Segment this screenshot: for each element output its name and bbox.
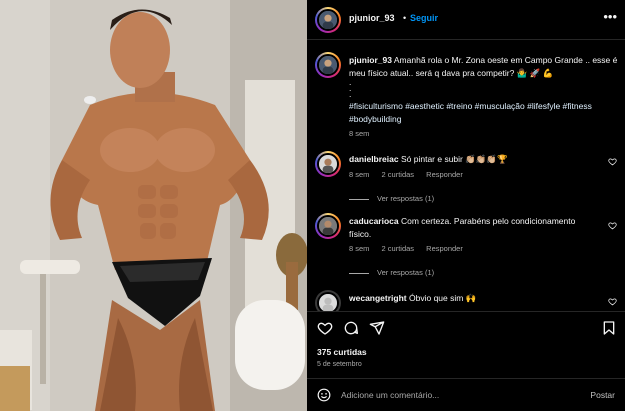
comment-text: danielbreiac Só pintar e subir 👏🏼👏🏼👏🏼🏆 (349, 153, 599, 166)
comment-time: 8 sem (349, 170, 370, 179)
post-panel: pjunior_93 • Seguir ••• pjunior_93 Amanh… (307, 0, 625, 411)
caption-avatar-image (319, 56, 337, 74)
emoji-icon[interactable] (317, 388, 331, 402)
caption-time: 8 sem (349, 129, 370, 138)
likes-count[interactable]: 375 curtidas (317, 347, 367, 357)
post-comment-button[interactable]: Postar (590, 390, 615, 400)
bookmark-icon[interactable] (601, 320, 617, 336)
comment-meta: 8 sem 2 curtidas Responder (349, 170, 473, 179)
comment-body: Óbvio que sim 🙌 (409, 293, 477, 303)
comment-username[interactable]: danielbreiac (349, 154, 399, 164)
add-comment-input[interactable] (341, 387, 571, 403)
commenter-avatar[interactable] (315, 213, 341, 239)
follow-button[interactable]: Seguir (410, 13, 438, 23)
reply-button[interactable]: Responder (426, 244, 463, 253)
post-photo[interactable] (0, 0, 307, 411)
comment-text: caducarioca Com certeza. Parabéns pelo c… (349, 215, 599, 240)
author-avatar-image (319, 11, 337, 29)
share-icon[interactable] (369, 320, 385, 336)
commenter-avatar[interactable] (315, 290, 341, 311)
view-replies-button[interactable]: Ver respostas (1) (349, 268, 434, 277)
caption-hashtags[interactable]: #fisiculturismo #aesthetic #treino #musc… (349, 100, 619, 125)
view-replies-label: Ver respostas (1) (377, 268, 435, 277)
comment-username[interactable]: wecangetright (349, 293, 407, 303)
caption-dots: . . . (349, 77, 352, 99)
caption-avatar[interactable] (315, 52, 341, 78)
comments-scroll-area[interactable]: pjunior_93 Amanhã rola o Mr. Zona oeste … (307, 41, 625, 311)
more-options-icon[interactable]: ••• (603, 9, 617, 24)
comment-likes[interactable]: 2 curtidas (382, 244, 415, 253)
comment-heart-icon[interactable] (608, 221, 617, 230)
replies-line (349, 272, 369, 274)
comment-icon[interactable] (343, 320, 359, 336)
comment-heart-icon[interactable] (608, 297, 617, 306)
commenter-avatar-image (319, 155, 337, 173)
comment-body: Só pintar e subir 👏🏼👏🏼👏🏼🏆 (400, 154, 508, 164)
heart-icon[interactable] (317, 320, 333, 336)
bodybuilder-photo (0, 0, 307, 411)
reply-button[interactable]: Responder (426, 170, 463, 179)
comment-username[interactable]: caducarioca (349, 216, 399, 226)
commenter-avatar-image (319, 217, 337, 235)
caption-username[interactable]: pjunior_93 (349, 55, 392, 65)
view-replies-label: Ver respostas (1) (377, 194, 435, 203)
comment-time: 8 sem (349, 244, 370, 253)
author-avatar[interactable] (315, 7, 341, 33)
replies-line (349, 198, 369, 200)
caption-text: pjunior_93 Amanhã rola o Mr. Zona oeste … (349, 54, 619, 80)
post-actions: 375 curtidas 5 de setembro Postar (307, 311, 625, 411)
post-header: pjunior_93 • Seguir ••• (307, 0, 625, 40)
view-replies-button[interactable]: Ver respostas (1) (349, 194, 434, 203)
author-username[interactable]: pjunior_93 (349, 13, 395, 23)
add-comment-bar: Postar (307, 378, 625, 411)
comment-heart-icon[interactable] (608, 157, 617, 166)
commenter-avatar-image (319, 294, 337, 311)
comment-likes[interactable]: 2 curtidas (382, 170, 415, 179)
separator-dot: • (403, 13, 407, 23)
comment-meta: 8 sem 2 curtidas Responder (349, 244, 473, 253)
commenter-avatar[interactable] (315, 151, 341, 177)
comment-text: wecangetright Óbvio que sim 🙌 (349, 292, 599, 305)
post-date: 5 de setembro (317, 361, 362, 368)
